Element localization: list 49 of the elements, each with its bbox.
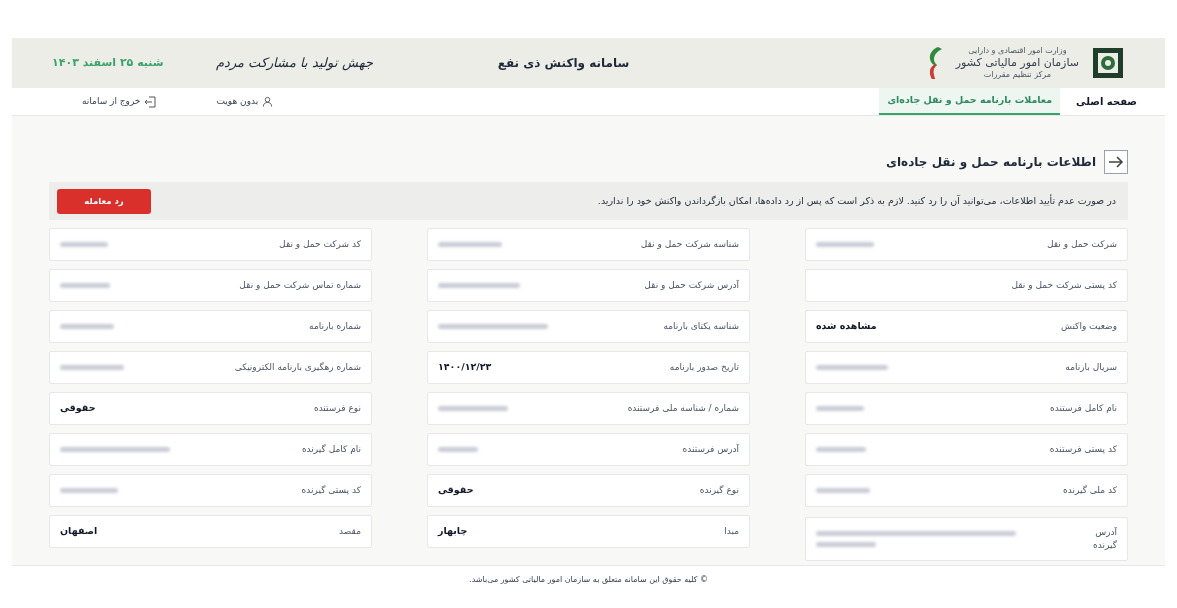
date-text: شنبه ۲۵ اسفند ۱۴۰۳ [52,54,164,71]
copyright-text: © کلیه حقوق این سامانه متعلق به سازمان امور مالیاتی کشور می‌باشد. [469,573,708,586]
department-name: مرکز تنظیم مقررات [983,69,1052,80]
field-label: شماره بارنامه [309,319,361,333]
nav-tab[interactable]: صفحه اصلی [1068,88,1145,115]
field-label: کد پستی گیرنده [301,483,361,497]
section-title: اطلاعات بارنامه حمل و نقل جاده‌ای [885,154,1096,171]
field-label: شماره / شناسه ملی فرستنده [627,401,739,415]
arrow-right-icon [1108,155,1124,169]
field-label: شرکت حمل و نقل [1047,237,1117,251]
user-icon [262,96,274,107]
slogan-text: جهش تولید با مشارکت مردم [215,54,374,73]
field-label: کد پستی فرستنده [1049,442,1117,456]
field-value: اصفهان [60,524,98,539]
field-value: چابهار [438,524,468,539]
field-value: حقوقی [60,401,96,416]
field-label: تاریخ صدور بارنامه [669,360,739,374]
system-title: سامانه واکنش ذی نفع [497,55,630,72]
field-label: وضعیت واکنش [1060,319,1117,333]
field-label: مقصد [339,524,361,538]
organization-name: سازمان امور مالیاتی کشور [955,56,1079,70]
nav-tab[interactable]: معاملات بارنامه حمل و نقل جاده‌ای [879,88,1061,115]
notice-text: در صورت عدم تأیید اطلاعات، می‌توانید آن را رد کنید. لازم به ذکر است که پس از رد داده‌ها، امکان بازگرداندن واکنش خود را ندارید. [597,193,1116,208]
field-label: شناسه یکتای بارنامه [663,319,739,333]
field-label: کد پستی شرکت حمل و نقل [1011,278,1117,292]
ministry-name: وزارت امور اقتصادی و دارایی [968,46,1067,57]
emblem-icon [1091,46,1125,80]
field-label: کد شرکت حمل و نقل [279,237,361,251]
field-label: سریال بارنامه [1065,360,1117,374]
user-status: بدون هویت [216,94,259,108]
logout-button[interactable]: خروج از سامانه [82,94,157,109]
field-label: نام کامل فرستنده [1050,401,1117,415]
reject-button[interactable]: رد معامله [57,188,151,214]
field-label: مبدا [724,524,739,538]
logout-icon [144,95,157,108]
field-label: شناسه شرکت حمل و نقل [640,237,739,251]
field-label: کد ملی گیرنده [1063,483,1117,497]
back-button[interactable] [1104,150,1128,174]
field-label: شماره رهگیری بارنامه الکترونیکی [234,360,361,374]
field-label: شماره تماس شرکت حمل و نقل [239,278,361,292]
field-value: حقوقی [438,483,474,498]
field-label: آدرس گیرنده [1092,525,1117,552]
field-label: آدرس شرکت حمل و نقل [644,278,739,292]
field-label: آدرس فرستنده [682,442,739,456]
field-value: ۱۴۰۰/۱۲/۲۳ [438,360,492,375]
field-label: نوع گیرنده [699,483,739,497]
field-value: مشاهده شده [816,319,877,334]
field-label: نام کامل گیرنده [301,442,361,456]
field-label: نوع فرستنده [313,401,361,415]
